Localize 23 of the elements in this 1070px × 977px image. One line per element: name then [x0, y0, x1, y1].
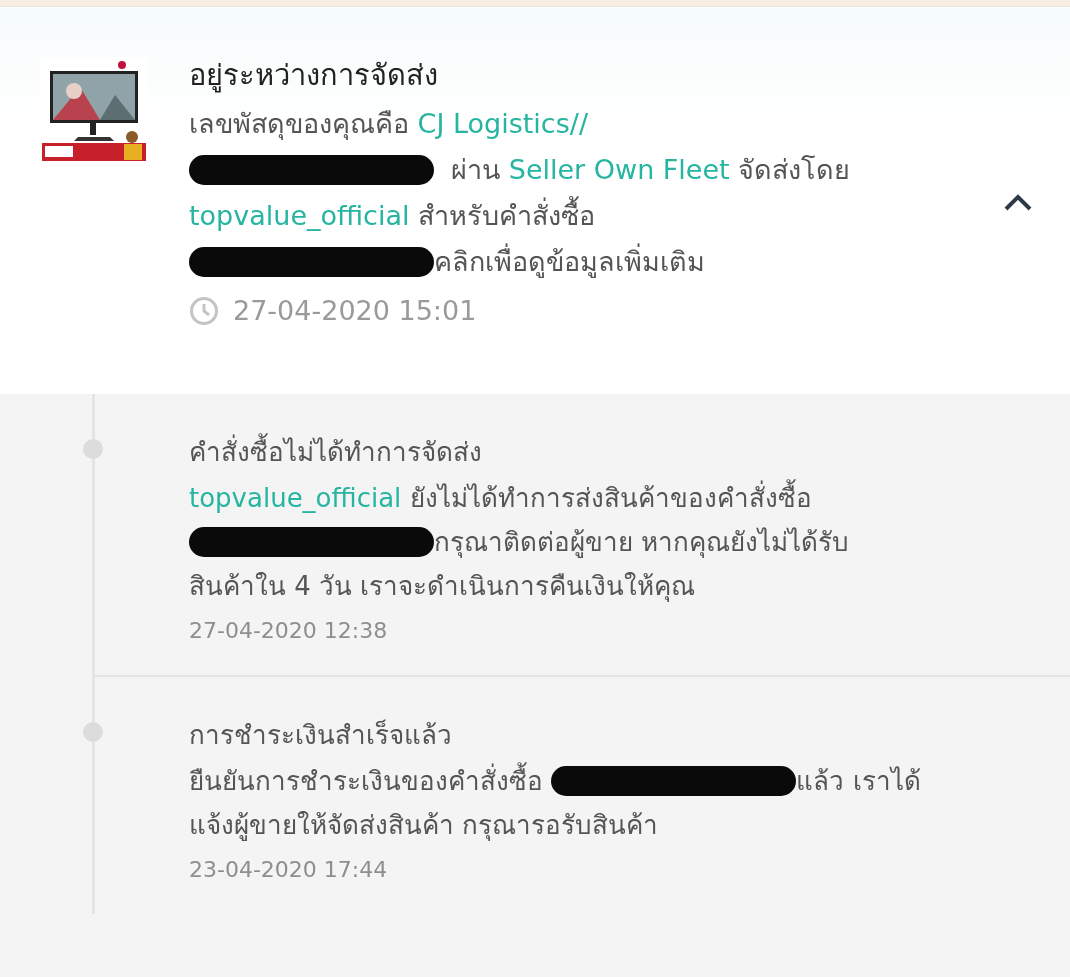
clock-icon	[189, 295, 219, 326]
body-text: ยังไม่ได้ทำการส่งสินค้าของคำสั่งซื้อ	[401, 476, 812, 520]
timestamp: 27-04-2020 12:38	[189, 618, 389, 643]
timestamp: 23-04-2020 17:44	[189, 857, 389, 882]
link[interactable]: CJ Logistics//	[417, 101, 588, 147]
body-text: สินค้าใน 4 วัน เราจะดำเนินการคืนเงินให้คุณ	[189, 570, 696, 604]
link[interactable]: topvalue_official	[189, 476, 402, 520]
link[interactable]: topvalue_official	[189, 193, 410, 239]
timestamp: 27-04-2020 15:01	[233, 295, 477, 326]
event-title: คำสั่งซื้อไม่ได้ทำการจัดส่ง	[189, 434, 1070, 470]
body-text: จัดส่งโดย	[737, 153, 851, 187]
event-title: การชำระเงินสำเร็จแล้ว	[189, 718, 453, 752]
body-text: ผ่าน	[450, 153, 502, 187]
body-text: แล้ว เราได้	[796, 765, 921, 798]
body-text: สำหรับคำสั่งซื้อ	[409, 193, 596, 239]
body-text: คลิกเพื่อดูข้อมูลเพิ่มเติม	[434, 239, 705, 285]
collapse-button[interactable]	[1003, 192, 1033, 212]
body-text: แจ้งผู้ขายให้จัดส่งสินค้า กรุณารอรับสินค้า	[189, 809, 659, 843]
body-text: ยืนยันการชำระเงินของคำสั่งซื้อ	[189, 759, 552, 803]
status-title: อยู่ระหว่างการจัดส่ง	[189, 57, 439, 93]
body-text: เลขพัสดุของคุณคือ	[189, 107, 410, 142]
link[interactable]: Seller Own Fleet	[508, 147, 730, 193]
body-text: กรุณาติดต่อผู้ขาย หากคุณยังไม่ได้รับ	[434, 526, 850, 560]
